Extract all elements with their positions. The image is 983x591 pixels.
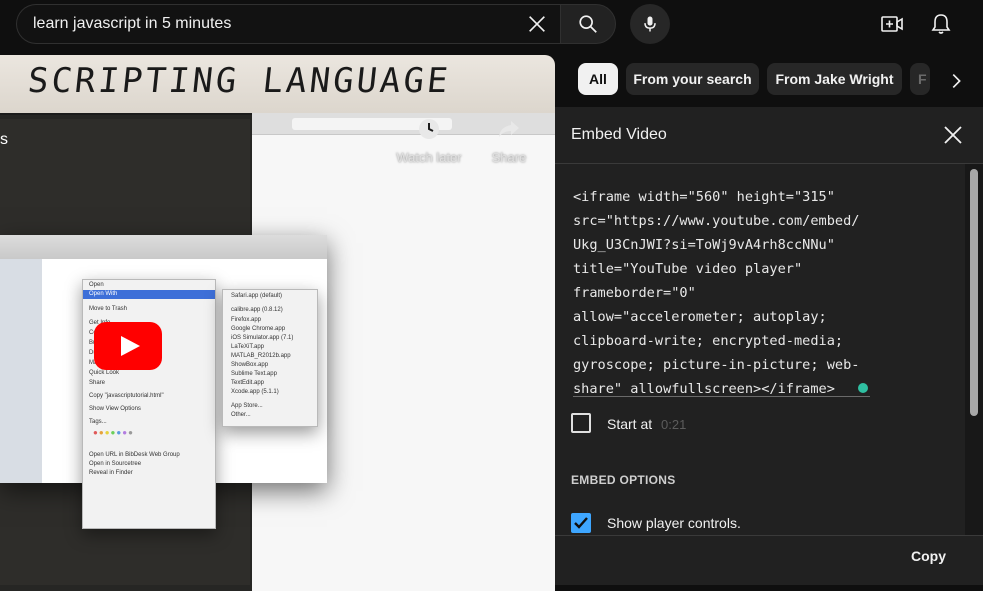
context-menu-item: Open With	[89, 291, 118, 297]
share-arrow-icon	[499, 121, 519, 137]
code-line: gyroscope; picture-in-picture; web-	[573, 357, 860, 373]
code-line: allow="accelerometer; autoplay;	[573, 309, 827, 325]
status-dot	[858, 383, 868, 393]
context-menu-item: Open URL in BibDesk Web Group	[89, 452, 180, 458]
clock-icon	[419, 119, 439, 139]
create-video-icon[interactable]	[880, 12, 904, 36]
voice-search-button[interactable]	[630, 4, 670, 44]
embed-header: Embed Video	[555, 107, 983, 164]
embed-title: Embed Video	[571, 126, 667, 143]
context-menu-item: Show View Options	[89, 406, 141, 412]
context-menu-item: Quick Look	[89, 370, 120, 376]
start-at-label: Start at	[607, 416, 653, 432]
submenu-item: Safari.app (default)	[231, 293, 283, 299]
embed-options-title: EMBED OPTIONS	[571, 473, 676, 487]
show-controls-checkbox[interactable]	[571, 513, 591, 533]
start-at-time: 0:21	[661, 417, 687, 432]
context-menu-item: Reveal in Finder	[89, 470, 133, 476]
share-label: Share	[491, 150, 527, 165]
watch-later-label: Watch later	[396, 150, 462, 165]
watch-later-button[interactable]: Watch later	[389, 117, 469, 165]
submenu-item: Google Chrome.app	[231, 326, 286, 332]
embed-video-panel: Embed Video <iframe width="560" height="…	[555, 107, 983, 585]
submenu-item: Sublime Text.app	[231, 371, 277, 377]
context-menu-item: Tags...	[89, 419, 107, 425]
context-menu-item: Open in Sourcetree	[89, 461, 142, 467]
close-icon[interactable]	[941, 123, 965, 147]
search-input[interactable]: learn javascript in 5 minutes	[33, 15, 231, 33]
submenu-item: MATLAB_R2012b.app	[231, 353, 291, 359]
submenu-item: iOS Simulator.app (7.1)	[231, 335, 294, 341]
code-line: clipboard-write; encrypted-media;	[573, 333, 844, 349]
close-icon[interactable]	[526, 13, 548, 35]
code-line: title="YouTube video player"	[573, 261, 803, 277]
embed-footer: Copy	[555, 535, 983, 585]
whiteboard-frame: SCRIPTING LANGUAGE	[0, 55, 555, 113]
copy-button[interactable]: Copy	[911, 548, 946, 564]
context-menu-item: Share	[89, 380, 106, 386]
whiteboard-text: SCRIPTING LANGUAGE	[25, 61, 453, 101]
start-at-checkbox[interactable]	[571, 413, 591, 433]
submenu-item: Firefox.app	[231, 317, 262, 323]
context-menu: Open Open With Move to Trash Get Info Co…	[82, 279, 216, 529]
submenu-item: LaTeXiT.app	[231, 344, 265, 350]
code-line: share" allowfullscreen></iframe>	[573, 381, 835, 397]
youtube-play-icon[interactable]	[94, 322, 162, 370]
code-line: src="https://www.youtube.com/embed/	[573, 213, 860, 229]
submenu-item: App Store...	[231, 403, 263, 409]
scrollbar-thumb[interactable]	[970, 169, 978, 416]
microphone-icon	[644, 16, 656, 32]
search-box[interactable]: learn javascript in 5 minutes	[16, 4, 560, 44]
embed-code-textarea[interactable]: <iframe width="560" height="315" src="htt…	[573, 185, 871, 401]
context-menu-item: Move to Trash	[89, 306, 128, 312]
finder-sidebar	[0, 259, 42, 483]
submenu-item: ShowBox.app	[231, 362, 269, 368]
share-button[interactable]: Share	[469, 117, 549, 165]
bell-icon[interactable]	[929, 12, 953, 36]
context-menu-item: Open	[89, 282, 104, 288]
chip-from-jake-wright[interactable]: From Jake Wright	[767, 63, 902, 95]
submenu-item: TextEdit.app	[231, 380, 265, 386]
code-line: <iframe width="560" height="315"	[573, 189, 835, 205]
code-underline	[573, 396, 870, 397]
show-controls-label: Show player controls.	[607, 515, 741, 531]
chip-partial[interactable]: F	[910, 63, 930, 95]
submenu-item: Xcode.app (5.1.1)	[231, 389, 279, 395]
finder-toolbar	[0, 235, 327, 259]
chip-from-your-search[interactable]: From your search	[626, 63, 759, 95]
chip-all[interactable]: All	[578, 63, 618, 95]
search-icon	[579, 15, 597, 33]
search-button[interactable]	[560, 4, 616, 44]
top-bar: learn javascript in 5 minutes	[0, 0, 983, 52]
code-line: frameborder="0"	[573, 285, 696, 301]
submenu-item: calibre.app (0.8.12)	[231, 307, 283, 313]
tag-color-dots: ●●●●●●●	[93, 428, 134, 437]
chevron-right-icon[interactable]	[945, 70, 967, 92]
video-player[interactable]: SCRIPTING LANGUAGE Open Open With Move t…	[0, 55, 555, 591]
context-menu-item: Copy "javascriptutorial.html"	[89, 393, 164, 399]
checkmark-icon	[574, 517, 588, 529]
submenu-item: Other...	[231, 412, 251, 418]
open-with-submenu: Safari.app (default) calibre.app (0.8.12…	[222, 289, 318, 427]
code-line: Ukg_U3CnJWI?si=ToWj9vA4rh8ccNNu"	[573, 237, 835, 253]
video-title-fragment: s	[0, 131, 8, 148]
